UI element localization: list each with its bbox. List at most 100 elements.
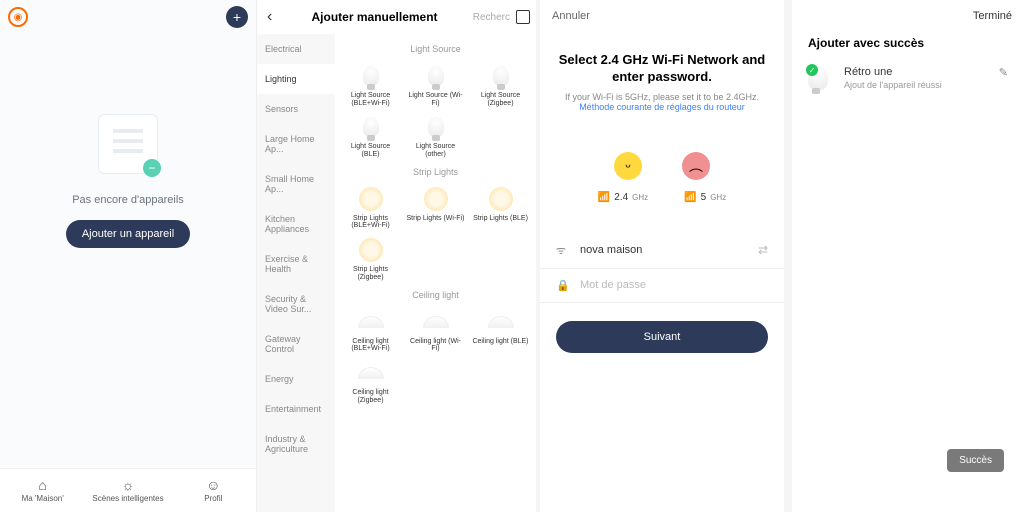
device-item[interactable]: Ceiling light (Zigbee)	[339, 357, 402, 406]
next-button[interactable]: Suivant	[556, 321, 768, 353]
category-item[interactable]: Lighting	[257, 64, 335, 94]
happy-face-icon: ᵕ	[614, 152, 642, 180]
strip-icon	[487, 185, 515, 213]
device-row: Ceiling light (BLE+Wi-Fi) Ceiling light (…	[339, 306, 532, 407]
bulb-icon	[357, 62, 385, 90]
device-item[interactable]: Ceiling light (Wi-Fi)	[404, 306, 467, 355]
add-manual-pane: ‹ Ajouter manuellement Recherc Electrica…	[256, 0, 536, 512]
ssid-field[interactable]: ᯤ nova maison ⇄	[540, 233, 784, 269]
nav-icon: ⌂	[38, 478, 46, 492]
done-button[interactable]: Terminé	[792, 0, 1024, 32]
add-device-button[interactable]: Ajouter un appareil	[66, 220, 190, 248]
bulb-icon	[357, 113, 385, 141]
category-item[interactable]: Small Home Ap...	[257, 164, 335, 204]
nav-item[interactable]: ☼ Scènes intelligentes	[85, 469, 170, 512]
category-item[interactable]: Security & Video Sur...	[257, 284, 335, 324]
nav-label: Scènes intelligentes	[92, 494, 163, 503]
category-item[interactable]: Large Home Ap...	[257, 124, 335, 164]
device-item[interactable]: Light Source (BLE)	[339, 111, 402, 160]
category-item[interactable]: Energy	[257, 364, 335, 394]
back-icon[interactable]: ‹	[263, 8, 276, 26]
device-item[interactable]: Ceiling light (BLE)	[469, 306, 532, 355]
nav-icon: ☼	[122, 478, 135, 492]
sad-face-icon: ︵	[682, 152, 710, 180]
category-item[interactable]: Entertainment	[257, 394, 335, 424]
device-item[interactable]: Strip Lights (BLE+Wi-Fi)	[339, 183, 402, 232]
category-item[interactable]: Industry & Agriculture	[257, 424, 335, 464]
device-row: Light Source (BLE+Wi-Fi) Light Source (Wi…	[339, 60, 532, 161]
cancel-button[interactable]: Annuler	[540, 0, 784, 32]
device-label: Ceiling light (BLE+Wi-Fi)	[341, 338, 400, 353]
ceil-icon	[422, 308, 450, 336]
category-item[interactable]: Sensors	[257, 94, 335, 124]
ceil-icon	[357, 308, 385, 336]
add-button[interactable]: +	[226, 6, 248, 28]
nav-item[interactable]: ☺ Profil	[171, 469, 256, 512]
bulb-icon	[422, 113, 450, 141]
wifi-title: Select 2.4 GHz Wi-Fi Network and enter p…	[554, 52, 770, 86]
bottom-nav: ⌂ Ma 'Maison' ☼ Scènes intelligentes ☺ Profil	[0, 468, 256, 512]
section-title: Light Source	[339, 44, 532, 54]
device-item[interactable]: Light Source (BLE+Wi-Fi)	[339, 60, 402, 109]
device-label: Ceiling light (Wi-Fi)	[406, 338, 465, 353]
password-input[interactable]	[580, 279, 768, 291]
device-status: Ajout de l'appareil réussi	[844, 80, 942, 90]
category-item[interactable]: Electrical	[257, 34, 335, 64]
device-item[interactable]: Strip Lights (Zigbee)	[339, 234, 402, 283]
search-hint[interactable]: Recherc	[473, 12, 510, 23]
empty-state: − Pas encore d'appareils Ajouter un appa…	[0, 114, 256, 248]
device-item[interactable]: Light Source (Zigbee)	[469, 60, 532, 109]
router-help-link[interactable]: Méthode courante de réglages du routeur	[579, 102, 745, 112]
device-item[interactable]: Ceiling light (BLE+Wi-Fi)	[339, 306, 402, 355]
device-label: Strip Lights (Zigbee)	[341, 266, 400, 281]
device-name: Rétro une	[844, 66, 942, 78]
nav-item[interactable]: ⌂ Ma 'Maison'	[0, 469, 85, 512]
category-item[interactable]: Gateway Control	[257, 324, 335, 364]
minus-badge-icon: −	[143, 159, 161, 177]
device-label: Strip Lights (BLE+Wi-Fi)	[341, 215, 400, 230]
strip-icon	[357, 185, 385, 213]
nav-label: Profil	[204, 494, 222, 503]
device-card: ✓ Rétro une Ajout de l'appareil réussi ✎	[792, 66, 1024, 96]
freq-labels: 📶2.4GHz 📶5GHz	[540, 192, 784, 203]
empty-message: Pas encore d'appareils	[72, 194, 184, 206]
device-item[interactable]: Strip Lights (BLE)	[469, 183, 532, 232]
password-field[interactable]: 🔒	[540, 269, 784, 303]
ceil-icon	[487, 308, 515, 336]
wifi-sub-pre: If your Wi-Fi is 5GHz, please set it to …	[565, 92, 759, 102]
device-row: Strip Lights (BLE+Wi-Fi) Strip Lights (Wi…	[339, 183, 532, 284]
device-item[interactable]: Light Source (other)	[404, 111, 467, 160]
device-label: Light Source (BLE+Wi-Fi)	[341, 92, 400, 107]
device-label: Strip Lights (BLE)	[473, 215, 528, 223]
nav-icon: ☺	[206, 478, 220, 492]
section-title: Ceiling light	[339, 290, 532, 300]
freq-faces: ᵕ ︵	[540, 152, 784, 180]
app-logo-icon: ◉	[8, 7, 28, 27]
category-item[interactable]: Kitchen Appliances	[257, 204, 335, 244]
category-item[interactable]: Exercise & Health	[257, 244, 335, 284]
ssid-value: nova maison	[580, 244, 642, 256]
wifi-icon: 📶	[598, 192, 610, 203]
check-badge-icon: ✓	[806, 64, 818, 76]
header: ‹ Ajouter manuellement Recherc	[257, 0, 536, 34]
device-item[interactable]: Light Source (Wi-Fi)	[404, 60, 467, 109]
device-label: Strip Lights (Wi-Fi)	[407, 215, 465, 223]
device-info: Rétro une Ajout de l'appareil réussi	[844, 66, 942, 90]
freq-5: 📶5GHz	[684, 192, 726, 203]
freq-24: 📶2.4GHz	[598, 192, 648, 203]
body: ElectricalLightingSensorsLarge Home Ap..…	[257, 34, 536, 512]
scan-icon[interactable]	[516, 10, 530, 24]
device-label: Light Source (BLE)	[341, 143, 400, 158]
success-title: Ajouter avec succès	[792, 32, 1024, 66]
device-grid: Light SourceLight Source (BLE+Wi-Fi)Ligh…	[335, 34, 536, 512]
document-illustration-icon: −	[98, 114, 158, 174]
wifi-setup-pane: Annuler Select 2.4 GHz Wi-Fi Network and…	[540, 0, 784, 512]
device-item[interactable]: Strip Lights (Wi-Fi)	[404, 183, 467, 232]
edit-icon[interactable]: ✎	[999, 66, 1008, 79]
device-label: Light Source (other)	[406, 143, 465, 158]
success-toast: Succès	[947, 449, 1004, 472]
nav-label: Ma 'Maison'	[22, 494, 64, 503]
swap-icon[interactable]: ⇄	[758, 243, 768, 257]
section-title: Strip Lights	[339, 167, 532, 177]
category-list: ElectricalLightingSensorsLarge Home Ap..…	[257, 34, 335, 512]
